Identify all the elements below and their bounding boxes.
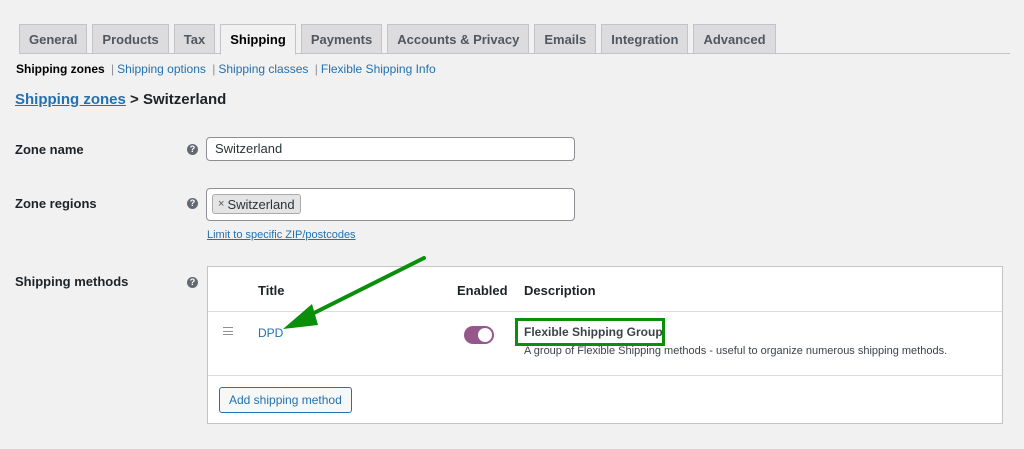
subnav-separator: | xyxy=(111,62,115,76)
region-chip: × Switzerland xyxy=(212,194,301,214)
toggle-knob xyxy=(478,328,492,342)
help-icon[interactable]: ? xyxy=(187,277,198,288)
method-description-text: A group of Flexible Shipping methods - u… xyxy=(524,345,948,357)
tab-emails[interactable]: Emails xyxy=(534,24,597,54)
help-icon[interactable]: ? xyxy=(187,144,198,155)
method-description-title: Flexible Shipping Group xyxy=(524,325,663,339)
breadcrumb-current: > Switzerland xyxy=(125,91,227,108)
remove-chip-icon[interactable]: × xyxy=(218,198,224,210)
tab-payments[interactable]: Payments xyxy=(300,24,383,54)
method-title-link[interactable]: DPD xyxy=(258,326,283,340)
zone-name-input[interactable]: Switzerland xyxy=(206,137,575,161)
drag-handle-icon[interactable] xyxy=(223,327,233,335)
settings-tabs: General Products Tax Shipping Payments A… xyxy=(19,24,1010,55)
subnav-flexible-shipping-info[interactable]: Flexible Shipping Info xyxy=(321,62,436,76)
breadcrumb-shipping-zones-link[interactable]: Shipping zones xyxy=(15,91,126,108)
divider xyxy=(208,375,1002,376)
region-chip-label: Switzerland xyxy=(227,196,295,212)
tab-accounts-privacy[interactable]: Accounts & Privacy xyxy=(387,24,530,54)
subnav-shipping-options[interactable]: Shipping options xyxy=(117,62,206,76)
tab-products[interactable]: Products xyxy=(92,24,169,54)
tab-shipping[interactable]: Shipping xyxy=(220,24,296,55)
add-shipping-method-button[interactable]: Add shipping method xyxy=(219,387,352,413)
limit-postcodes-link[interactable]: Limit to specific ZIP/postcodes xyxy=(207,229,356,241)
tab-general[interactable]: General xyxy=(19,24,88,54)
column-enabled: Enabled xyxy=(457,283,508,298)
divider xyxy=(208,311,1002,312)
subnav-shipping-zones[interactable]: Shipping zones xyxy=(16,62,105,76)
shipping-methods-label: Shipping methods xyxy=(15,274,129,289)
column-title: Title xyxy=(258,283,285,298)
tab-integration[interactable]: Integration xyxy=(601,24,689,54)
page-title: Shipping zones > Switzerland xyxy=(15,91,226,108)
help-icon[interactable]: ? xyxy=(187,198,198,209)
method-enabled-toggle[interactable] xyxy=(464,326,494,344)
tab-advanced[interactable]: Advanced xyxy=(693,24,776,54)
column-description: Description xyxy=(524,283,596,298)
zone-regions-select[interactable]: × Switzerland xyxy=(206,188,575,221)
subnav-separator: | xyxy=(212,62,216,76)
subnav-shipping-classes[interactable]: Shipping classes xyxy=(218,62,308,76)
subnav-separator: | xyxy=(314,62,318,76)
shipping-methods-table: Title Enabled Description DPD Flexible S… xyxy=(207,266,1003,424)
tab-tax[interactable]: Tax xyxy=(173,24,216,54)
zone-name-label: Zone name xyxy=(15,142,84,157)
shipping-subnav: Shipping zones | Shipping options | Shippi… xyxy=(16,62,436,76)
zone-regions-label: Zone regions xyxy=(15,196,97,211)
